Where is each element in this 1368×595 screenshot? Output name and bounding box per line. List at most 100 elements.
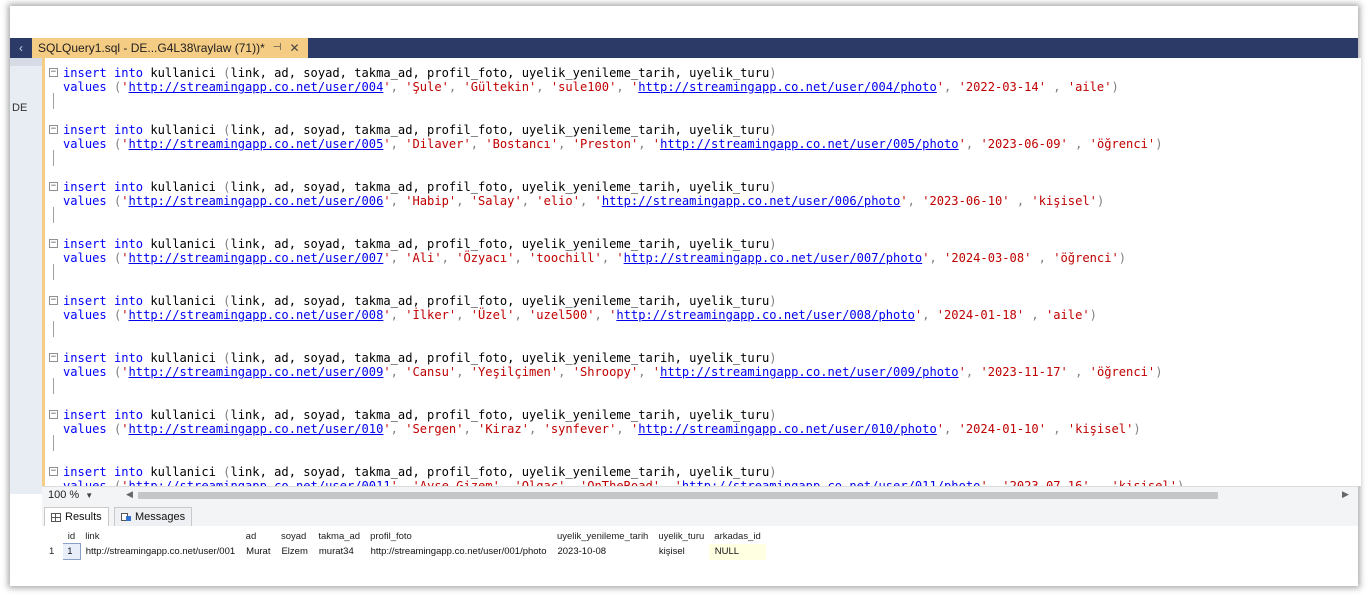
chevron-down-icon[interactable]: ▼ <box>85 491 93 500</box>
column-header[interactable]: uyelik_turu <box>653 530 709 544</box>
column-header[interactable]: ad <box>241 530 276 544</box>
outline-guide <box>53 321 54 337</box>
sql-string-literal: Kiraz <box>485 422 522 436</box>
zoom-select[interactable]: 100 % ▼ <box>48 489 93 501</box>
column-header[interactable]: id <box>63 530 80 544</box>
sql-string-literal: Gültekin <box>470 80 529 94</box>
sql-punct: , <box>521 194 537 208</box>
sql-url-literal[interactable]: http://streamingapp.co.net/user/007 <box>129 251 384 265</box>
horizontal-scrollbar[interactable] <box>138 492 1218 499</box>
object-explorer-label: DE <box>12 102 28 114</box>
sql-punct: , <box>558 137 573 151</box>
tab-scroll-left-icon[interactable]: ‹ <box>10 38 32 58</box>
table-cell[interactable]: NULL <box>709 543 766 560</box>
insert-line: − insert into kullanici (link, ad, soyad,… <box>45 237 1126 251</box>
sql-punct: ) <box>1133 422 1141 436</box>
sql-url-literal[interactable]: http://streamingapp.co.net/user/008 <box>129 308 384 322</box>
sql-url-literal[interactable]: http://streamingapp.co.net/user/008/phot… <box>616 308 915 322</box>
table-cell[interactable]: murat34 <box>313 544 365 560</box>
sql-column-list: link, ad, soyad, takma_ad, profil_foto, … <box>230 351 770 365</box>
sql-quote: ' <box>1038 80 1046 94</box>
tab-messages-label: Messages <box>135 511 186 523</box>
sql-url-literal[interactable]: http://streamingapp.co.net/user/010/phot… <box>638 422 937 436</box>
sql-url-literal[interactable]: http://streamingapp.co.net/user/004 <box>129 80 384 94</box>
sql-url-literal[interactable]: http://streamingapp.co.net/user/005 <box>129 137 384 151</box>
sql-url-literal[interactable]: http://streamingapp.co.net/user/006/phot… <box>602 194 901 208</box>
collapse-toggle-icon[interactable]: − <box>49 239 58 248</box>
sql-url-literal[interactable]: http://streamingapp.co.net/user/007/phot… <box>624 251 923 265</box>
tab-messages[interactable]: Messages <box>114 507 193 526</box>
table-cell[interactable]: http://streamingapp.co.net/user/001/phot… <box>365 544 552 560</box>
sql-punct: , <box>390 137 406 151</box>
sql-keyword: into <box>113 294 144 308</box>
row-number[interactable]: 1 <box>47 544 63 560</box>
sql-quote: ' <box>121 80 129 94</box>
column-header[interactable]: profil_foto <box>365 530 552 544</box>
sql-punct: ( <box>215 66 231 80</box>
table-cell[interactable]: 1 <box>62 543 81 560</box>
sql-url-literal[interactable]: http://streamingapp.co.net/user/006 <box>129 194 384 208</box>
query-editor[interactable]: − insert into kullanici (link, ad, soyad,… <box>42 58 1361 508</box>
scroll-right-icon[interactable]: ▶ <box>1342 489 1349 500</box>
table-cell[interactable]: kişisel <box>653 544 709 560</box>
sql-punct: ( <box>106 308 122 322</box>
sql-punct: ( <box>215 408 231 422</box>
collapse-toggle-icon[interactable]: − <box>49 467 58 476</box>
collapse-toggle-icon[interactable]: − <box>49 353 58 362</box>
sql-keyword: values <box>63 251 107 265</box>
collapse-toggle-icon[interactable]: − <box>49 125 58 134</box>
scroll-left-icon[interactable]: ◀ <box>126 489 133 500</box>
sql-url-literal[interactable]: http://streamingapp.co.net/user/009 <box>129 365 384 379</box>
sql-quote: ' <box>405 194 413 208</box>
close-icon[interactable]: ✕ <box>289 38 299 58</box>
sql-string-literal: Üzel <box>478 308 508 322</box>
tab-title: SQLQuery1.sql - DE...G4L38\raylaw (71))* <box>38 41 265 55</box>
table-cell[interactable]: 2023-10-08 <box>552 544 653 560</box>
sql-punct: , <box>616 80 631 94</box>
sql-quote: ' <box>543 422 551 436</box>
sql-table-name: kullanici <box>150 294 216 308</box>
collapse-toggle-icon[interactable]: − <box>49 296 58 305</box>
sql-punct: , <box>1024 308 1046 322</box>
column-header[interactable]: link <box>80 530 240 544</box>
tab-results[interactable]: Results <box>44 507 109 526</box>
sql-url-literal[interactable]: http://streamingapp.co.net/user/005/phot… <box>660 137 959 151</box>
tab-sqlquery1[interactable]: SQLQuery1.sql - DE...G4L38\raylaw (71))*… <box>32 38 308 58</box>
sql-url-literal[interactable]: http://streamingapp.co.net/user/009/phot… <box>660 365 959 379</box>
sql-punct: ) <box>1111 80 1119 94</box>
sql-quote: ' <box>958 80 966 94</box>
pin-icon[interactable]: ⊣ <box>273 38 282 58</box>
sql-string-literal: Salay <box>478 194 515 208</box>
column-header[interactable]: takma_ad <box>313 530 365 544</box>
collapse-toggle-icon[interactable]: − <box>49 410 58 419</box>
column-header[interactable]: uyelik_yenileme_tarih <box>552 530 653 544</box>
table-cell[interactable]: http://streamingapp.co.net/user/001 <box>80 544 240 560</box>
sql-string-literal: Özyacı <box>463 251 508 265</box>
insert-line: − insert into kullanici (link, ad, soyad,… <box>45 123 1162 137</box>
table-row[interactable]: 1 1 http://streamingapp.co.net/user/001 Mur… <box>47 543 766 560</box>
collapse-toggle-icon[interactable]: − <box>49 182 58 191</box>
results-tabs: Results Messages <box>42 504 1358 527</box>
insert-line: − insert into kullanici (link, ad, soyad,… <box>45 180 1104 194</box>
sql-column-list: link, ad, soyad, takma_ad, profil_foto, … <box>230 465 770 479</box>
sql-punct: ( <box>106 80 122 94</box>
sql-punct: ) <box>1155 137 1163 151</box>
sql-string-literal: Yeşilçimen <box>478 365 551 379</box>
sql-quote: ' <box>1089 137 1097 151</box>
collapse-toggle-icon[interactable]: − <box>49 68 58 77</box>
sql-keyword: insert <box>63 465 107 479</box>
column-header[interactable]: soyad <box>276 530 313 544</box>
results-grid[interactable]: id link ad soyad takma_ad profil_foto uyelik_y… <box>46 530 766 560</box>
object-explorer-strip: DE <box>10 38 43 494</box>
sql-punct: , <box>616 422 631 436</box>
column-header[interactable]: arkadas_id <box>709 530 765 544</box>
sql-url-literal[interactable]: http://streamingapp.co.net/user/010 <box>129 422 384 436</box>
sql-punct: , <box>390 251 406 265</box>
sql-string-literal: 2024-01-18 <box>944 308 1017 322</box>
sql-quote: ' <box>441 80 449 94</box>
table-cell[interactable]: Elzem <box>276 544 313 560</box>
sql-quote: ' <box>936 422 945 436</box>
sql-punct: ( <box>215 123 231 137</box>
table-cell[interactable]: Murat <box>241 544 276 560</box>
sql-url-literal[interactable]: http://streamingapp.co.net/user/004/phot… <box>638 80 937 94</box>
